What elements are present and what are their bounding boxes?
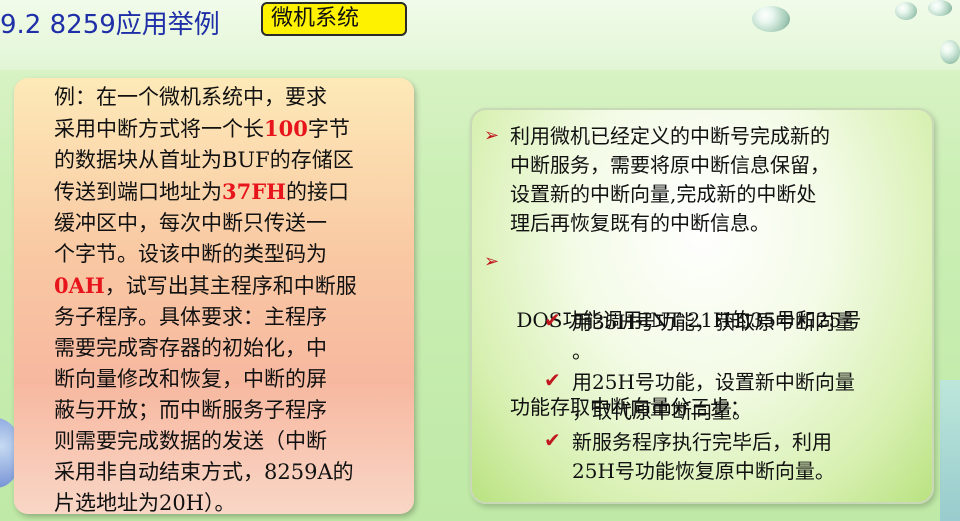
step-line: 。: [572, 339, 592, 363]
example-line: 断向量修改和恢复，中断的屏: [54, 364, 398, 395]
text-segment: 个字节。设该中断的类型码为: [54, 242, 327, 266]
step-line: 用35H号功能，获取原中断向量: [572, 310, 855, 334]
step-line: 25H号功能恢复原中断向量。: [572, 459, 835, 483]
arrow-bullet-icon: ➢: [484, 125, 500, 146]
example-line: 缓冲区中，每次中断只传送一: [54, 208, 398, 239]
bullet-1-line: 中断服务，需要将原中断信息保留，: [510, 153, 830, 177]
text-segment: 务子程序。具体要求：主程序: [54, 305, 327, 329]
water-drop-icon: [940, 40, 960, 64]
step-1-text: 用35H号功能，获取原中断向量 。: [572, 308, 922, 366]
bullet-1-line: 利用微机已经定义的中断号完成新的: [510, 124, 830, 148]
checkmark-icon: ✔: [544, 428, 561, 452]
step-line: 用25H号功能，设置新中断向量: [572, 370, 855, 394]
step-line: ，取代原中断向量。: [572, 399, 752, 423]
decorative-edge: [940, 380, 960, 521]
checkmark-icon: ✔: [544, 308, 561, 332]
subject-tag: 微机系统: [261, 2, 407, 36]
text-segment: 传送到端口地址为: [54, 180, 222, 204]
example-line: 0AH，试写出其主程序和中断服: [54, 270, 398, 302]
example-text: 例：在一个微机系统中，要求 采用中断方式将一个长100字节 的数据块从首址为BUF的…: [54, 82, 398, 519]
text-segment: 断向量修改和恢复，中断的屏: [54, 367, 327, 391]
highlight-value: 100: [264, 116, 308, 141]
bullet-1-text: 利用微机已经定义的中断号完成新的 中断服务，需要将原中断信息保留， 设置新的中断…: [510, 122, 930, 238]
example-line: 则需要完成数据的发送（中断: [54, 426, 398, 457]
text-segment: 蔽与开放；而中断服务子程序: [54, 398, 327, 422]
page-title: 9.2 8259应用举例: [0, 10, 220, 40]
arrow-bullet-icon: ➢: [484, 251, 500, 272]
example-panel: 例：在一个微机系统中，要求 采用中断方式将一个长100字节 的数据块从首址为BUF的…: [14, 78, 414, 515]
step-3-text: 新服务程序执行完毕后，利用 25H号功能恢复原中断向量。: [572, 428, 922, 486]
text-segment: 需要完成寄存器的初始化，中: [54, 336, 327, 360]
example-line: 务子程序。具体要求：主程序: [54, 302, 398, 333]
water-drop-icon: [928, 0, 952, 16]
highlight-value: 37FH: [222, 179, 286, 204]
example-line: 蔽与开放；而中断服务子程序: [54, 395, 398, 426]
water-drop-icon: [895, 2, 917, 20]
example-line: 传送到端口地址为37FH的接口: [54, 176, 398, 208]
step-2-text: 用25H号功能，设置新中断向量 ，取代原中断向量。: [572, 368, 922, 426]
text-segment: ，试写出其主程序和中断服: [104, 274, 357, 298]
step-line: 新服务程序执行完毕后，利用: [572, 430, 832, 454]
example-line: 的数据块从首址为BUF的存储区: [54, 145, 398, 176]
example-line: 需要完成寄存器的初始化，中: [54, 333, 398, 364]
text-segment: 例：在一个微机系统中，要求: [54, 85, 327, 109]
water-drop-icon: [752, 6, 790, 32]
text-segment: 缓冲区中，每次中断只传送一: [54, 211, 327, 235]
text-segment: 采用中断方式将一个长: [54, 117, 264, 141]
text-segment: 的数据块从首址为BUF的存储区: [54, 148, 354, 172]
example-line: 片选地址为20H）。: [54, 488, 398, 519]
checkmark-icon: ✔: [544, 368, 561, 392]
text-segment: 字节: [307, 117, 350, 141]
example-line: 采用非自动结束方式，8259A的: [54, 457, 398, 488]
example-line: 例：在一个微机系统中，要求: [54, 82, 398, 113]
text-segment: 则需要完成数据的发送（中断: [54, 429, 327, 453]
text-segment: 的接口: [285, 180, 349, 204]
text-segment: 采用非自动结束方式，8259A的: [54, 460, 354, 484]
bullet-1-line: 设置新的中断向量,完成新的中断处: [510, 182, 817, 206]
example-line: 个字节。设该中断的类型码为: [54, 239, 398, 270]
bullet-1-line: 理后再恢复既有的中断信息。: [510, 211, 770, 235]
example-line: 采用中断方式将一个长100字节: [54, 113, 398, 145]
text-segment: 片选地址为20H）。: [54, 491, 236, 515]
highlight-value: 0AH: [54, 273, 105, 298]
explanation-panel: ➢ 利用微机已经定义的中断号完成新的 中断服务，需要将原中断信息保留， 设置新的…: [470, 108, 934, 504]
